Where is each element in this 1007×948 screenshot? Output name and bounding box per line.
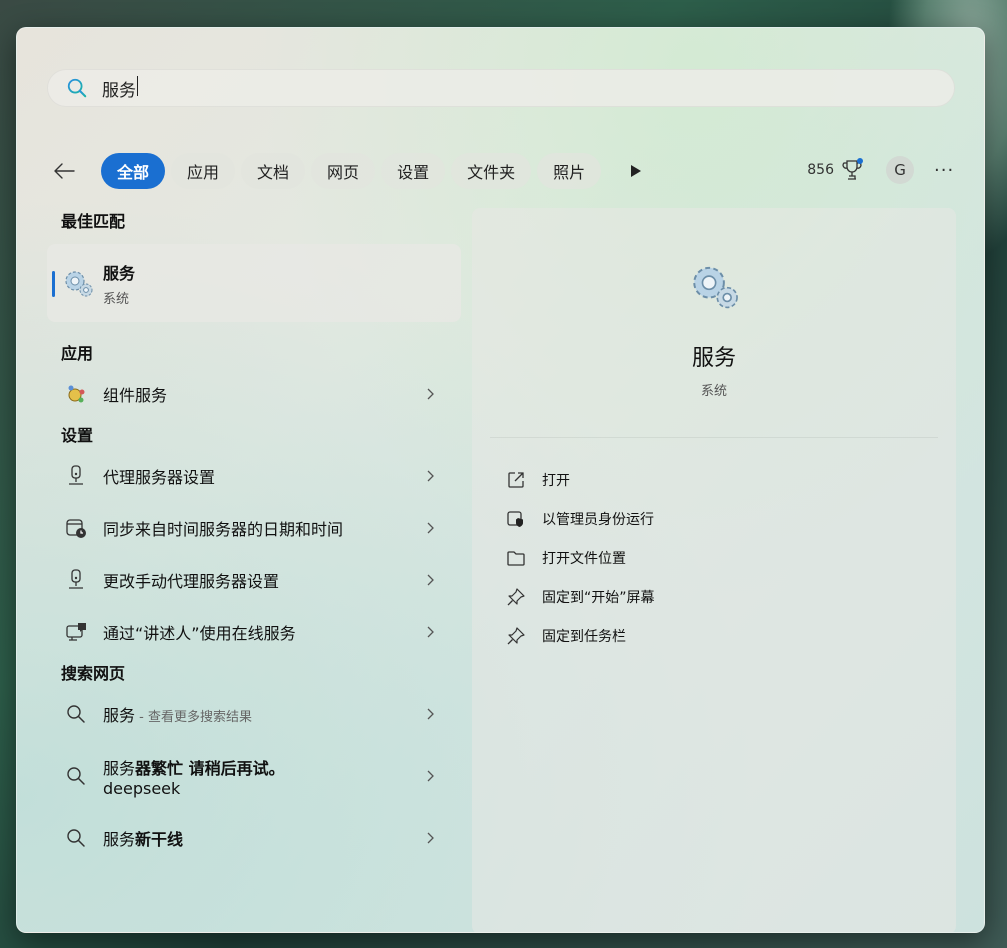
detail-header: 服务 系统 xyxy=(490,208,938,438)
pin-icon xyxy=(506,587,526,607)
results-list: 最佳匹配 服务 系统 应用 组件服务 设置 代理服务器设置 同步来自时间服务器的… xyxy=(47,208,461,864)
app-item-component-services[interactable]: 组件服务 xyxy=(47,368,461,420)
action-open-file-location[interactable]: 打开文件位置 xyxy=(506,538,956,577)
more-options-button[interactable]: ··· xyxy=(934,160,954,181)
detail-pane: 服务 系统 打开 以管理员身份运行 打开文件位置 固定到“开始”屏幕 固定到任务… xyxy=(472,208,956,932)
tab-apps[interactable]: 应用 xyxy=(171,153,236,189)
search-icon xyxy=(65,765,87,787)
action-list: 打开 以管理员身份运行 打开文件位置 固定到“开始”屏幕 固定到任务栏 xyxy=(472,438,956,655)
back-arrow-icon xyxy=(54,163,75,179)
detail-subtitle: 系统 xyxy=(700,384,727,399)
pin-icon xyxy=(506,626,526,646)
selection-indicator xyxy=(52,271,55,297)
web-result-more[interactable]: 服务 - 查看更多搜索结果 xyxy=(47,688,461,740)
tab-folders[interactable]: 文件夹 xyxy=(451,153,532,189)
action-label: 固定到“开始”屏幕 xyxy=(542,589,655,606)
narrator-icon xyxy=(65,621,87,643)
section-settings: 设置 xyxy=(61,426,94,445)
setting-item-narrator-online[interactable]: 通过“讲述人”使用在线服务 xyxy=(47,606,461,658)
toolbar-right: 856 G ··· xyxy=(807,156,954,184)
setting-item-label: 代理服务器设置 xyxy=(103,468,216,487)
search-icon xyxy=(67,78,87,98)
services-gear-icon xyxy=(65,271,93,297)
web-result-shinkansen[interactable]: 服务新干线 xyxy=(47,812,461,864)
search-window: 服务 全部 应用 文档 网页 设置 文件夹 照片 856 G ··· 最佳匹配 … xyxy=(16,27,985,933)
action-label: 以管理员身份运行 xyxy=(542,511,654,528)
search-icon xyxy=(65,703,87,725)
chevron-right-icon xyxy=(427,708,434,720)
chevron-right-icon xyxy=(427,626,434,638)
text-caret xyxy=(137,75,138,96)
tab-documents[interactable]: 文档 xyxy=(241,153,306,189)
chevron-right-icon xyxy=(427,832,434,844)
chevron-right-icon xyxy=(427,470,434,482)
back-button[interactable] xyxy=(47,154,81,188)
tab-web[interactable]: 网页 xyxy=(311,153,376,189)
account-avatar[interactable]: G xyxy=(886,156,914,184)
best-match-item[interactable]: 服务 系统 xyxy=(47,244,461,322)
chevron-right-icon xyxy=(427,522,434,534)
rewards-points: 856 xyxy=(807,162,834,178)
play-icon xyxy=(631,165,642,177)
web-result-label: 服务 - 查看更多搜索结果 xyxy=(103,706,252,725)
filter-bar: 全部 应用 文档 网页 设置 文件夹 照片 xyxy=(47,152,653,190)
best-match-subtitle: 系统 xyxy=(103,291,130,307)
services-gear-icon xyxy=(693,266,738,309)
calendar-clock-icon xyxy=(65,517,87,539)
action-label: 打开 xyxy=(542,472,570,489)
action-pin-to-taskbar[interactable]: 固定到任务栏 xyxy=(506,616,956,655)
search-icon xyxy=(65,827,87,849)
tab-photos[interactable]: 照片 xyxy=(537,153,602,189)
setting-item-proxy[interactable]: 代理服务器设置 xyxy=(47,450,461,502)
search-input[interactable]: 服务 xyxy=(102,75,802,101)
tab-all[interactable]: 全部 xyxy=(101,153,166,189)
setting-item-label: 通过“讲述人”使用在线服务 xyxy=(103,624,296,643)
action-label: 打开文件位置 xyxy=(542,550,626,567)
trophy-icon xyxy=(842,158,863,180)
setting-item-manual-proxy[interactable]: 更改手动代理服务器设置 xyxy=(47,554,461,606)
section-apps: 应用 xyxy=(61,344,94,363)
action-open[interactable]: 打开 xyxy=(506,460,956,499)
web-result-label: 服务器繁忙 请稍后再试。 deepseek xyxy=(103,758,285,798)
admin-shield-icon xyxy=(506,509,526,529)
search-bar[interactable]: 服务 xyxy=(47,69,955,107)
folder-icon xyxy=(506,548,526,568)
web-result-deepseek[interactable]: 服务器繁忙 请稍后再试。 deepseek xyxy=(47,740,461,812)
chevron-right-icon xyxy=(427,388,434,400)
open-external-icon xyxy=(506,470,526,490)
setting-item-label: 同步来自时间服务器的日期和时间 xyxy=(103,520,344,539)
rewards-button[interactable] xyxy=(842,158,864,182)
web-result-hint: - 查看更多搜索结果 xyxy=(135,710,252,725)
chevron-right-icon xyxy=(427,574,434,586)
web-result-label: 服务新干线 xyxy=(103,830,184,849)
detail-title: 服务 xyxy=(691,346,736,371)
proxy-icon xyxy=(65,465,87,487)
action-run-as-admin[interactable]: 以管理员身份运行 xyxy=(506,499,956,538)
best-match-title: 服务 xyxy=(103,263,136,283)
chevron-right-icon xyxy=(427,770,434,782)
section-web-search: 搜索网页 xyxy=(61,664,126,683)
setting-item-label: 更改手动代理服务器设置 xyxy=(103,572,280,591)
more-filters-button[interactable] xyxy=(619,154,653,188)
component-services-icon xyxy=(65,383,87,405)
app-item-label: 组件服务 xyxy=(103,386,168,405)
proxy-icon xyxy=(65,569,87,591)
action-label: 固定到任务栏 xyxy=(542,628,626,645)
setting-item-time-sync[interactable]: 同步来自时间服务器的日期和时间 xyxy=(47,502,461,554)
tab-settings[interactable]: 设置 xyxy=(381,153,446,189)
section-best-match: 最佳匹配 xyxy=(61,212,126,231)
action-pin-to-start[interactable]: 固定到“开始”屏幕 xyxy=(506,577,956,616)
